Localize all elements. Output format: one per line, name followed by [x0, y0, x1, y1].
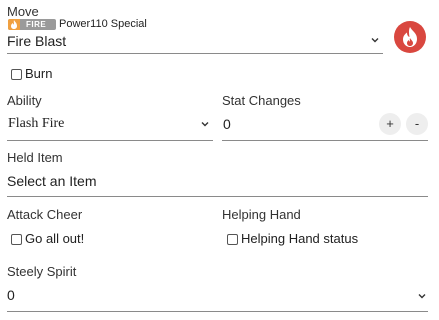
- move-select-value: Fire Blast: [7, 33, 67, 49]
- go-all-out-checkbox[interactable]: [11, 234, 22, 245]
- helping-hand-status-label: Helping Hand status: [241, 231, 359, 246]
- stat-decrease-button[interactable]: -: [406, 113, 428, 135]
- ability-select-underline: [7, 140, 213, 141]
- move-select[interactable]: Fire Blast: [7, 31, 383, 53]
- go-all-out-checkbox-row[interactable]: Go all out!: [10, 231, 120, 247]
- move-label: Move: [7, 4, 39, 19]
- steely-spirit-select[interactable]: 0: [7, 285, 428, 307]
- stat-changes-value[interactable]: 0: [223, 116, 231, 132]
- chevron-down-icon: [201, 122, 209, 127]
- stat-changes-underline: [222, 140, 428, 141]
- flame-small-icon: [11, 20, 17, 29]
- held-item-underline: [7, 196, 428, 197]
- fire-icon: [403, 27, 417, 47]
- held-item-label: Held Item: [7, 150, 63, 165]
- steely-spirit-value: 0: [7, 287, 15, 303]
- stat-changes-label: Stat Changes: [222, 93, 301, 108]
- helping-hand-checkbox[interactable]: [227, 234, 238, 245]
- held-item-select[interactable]: Select an Item: [7, 170, 428, 194]
- move-form: Move FIRE Power110 Special Fire Blast Bu…: [0, 0, 439, 320]
- held-item-placeholder: Select an Item: [7, 173, 97, 189]
- helping-hand-label: Helping Hand: [222, 207, 301, 222]
- ability-select[interactable]: Flash Fire: [7, 113, 213, 135]
- burn-checkbox[interactable]: [11, 69, 22, 80]
- ability-select-value: Flash Fire: [8, 116, 65, 131]
- burn-checkbox-row[interactable]: Burn: [10, 66, 70, 82]
- move-select-underline: [7, 53, 383, 54]
- stat-increase-button[interactable]: +: [379, 113, 401, 135]
- ability-label: Ability: [7, 93, 42, 108]
- type-badge: FIRE: [8, 19, 56, 30]
- type-badge-text: FIRE: [26, 20, 47, 29]
- go-all-out-label: Go all out!: [25, 231, 85, 246]
- move-meta: Power110 Special: [59, 18, 147, 30]
- move-type-icon-button[interactable]: [394, 21, 426, 53]
- chevron-down-icon: [371, 38, 379, 43]
- helping-hand-checkbox-row[interactable]: Helping Hand status: [226, 231, 416, 247]
- steely-spirit-underline: [7, 311, 428, 312]
- steely-spirit-label: Steely Spirit: [7, 264, 77, 279]
- chevron-down-icon: [418, 294, 426, 299]
- burn-label: Burn: [25, 66, 53, 81]
- attack-cheer-label: Attack Cheer: [7, 207, 83, 222]
